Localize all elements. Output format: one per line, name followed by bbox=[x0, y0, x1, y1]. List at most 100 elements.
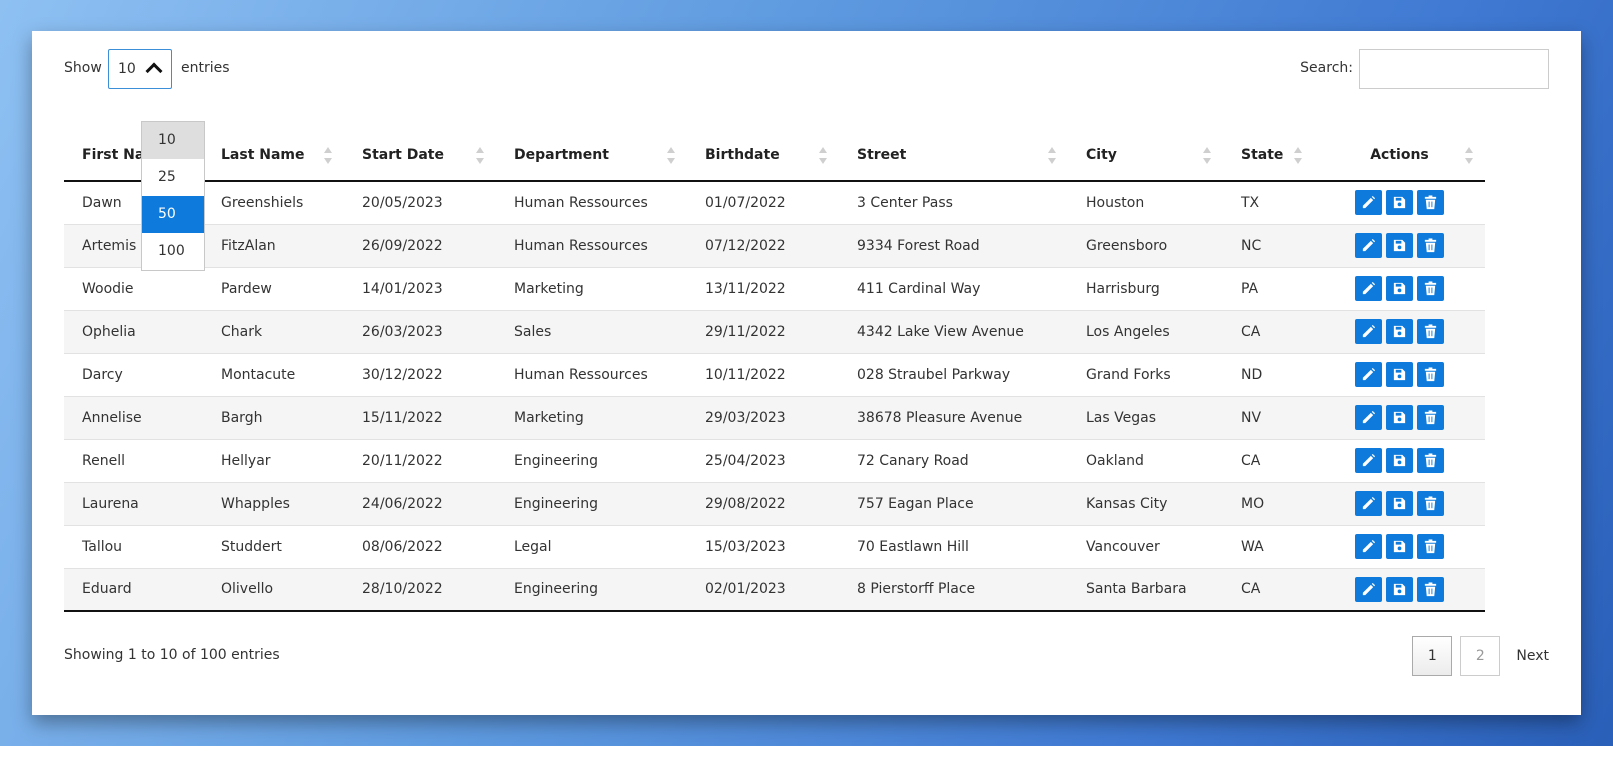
cell-first-name: Tallou bbox=[64, 524, 203, 568]
cell-first-name: Renell bbox=[64, 438, 203, 482]
cell-start-date: 08/06/2022 bbox=[344, 524, 496, 568]
save-button[interactable] bbox=[1386, 405, 1413, 430]
edit-button[interactable] bbox=[1355, 448, 1382, 473]
delete-button[interactable] bbox=[1417, 276, 1444, 301]
page-button-1[interactable]: 1 bbox=[1412, 636, 1453, 676]
edit-button[interactable] bbox=[1355, 276, 1382, 301]
save-button[interactable] bbox=[1386, 276, 1413, 301]
table-row: Artemis FitzAlan 26/09/2022 Human Ressource… bbox=[64, 223, 1485, 267]
dropdown-option-50[interactable]: 50 bbox=[142, 196, 204, 233]
cell-city: Santa Barbara bbox=[1068, 567, 1223, 612]
cell-city: Harrisburg bbox=[1068, 266, 1223, 310]
cell-department: Legal bbox=[496, 524, 687, 568]
delete-button[interactable] bbox=[1417, 190, 1444, 216]
cell-last-name: Bargh bbox=[203, 395, 344, 439]
edit-button[interactable] bbox=[1355, 362, 1382, 387]
cell-city: Oakland bbox=[1068, 438, 1223, 482]
column-header-start-date[interactable]: Start Date bbox=[344, 130, 496, 182]
column-header-department[interactable]: Department bbox=[496, 130, 687, 182]
cell-state: CA bbox=[1223, 438, 1314, 482]
cell-actions bbox=[1314, 223, 1485, 267]
next-page-link[interactable]: Next bbox=[1516, 636, 1549, 676]
entries-length-dropdown: 10 25 50 100 bbox=[141, 121, 205, 271]
edit-button[interactable] bbox=[1355, 233, 1382, 258]
edit-button[interactable] bbox=[1355, 576, 1382, 602]
dropdown-option-100[interactable]: 100 bbox=[142, 233, 204, 270]
edit-button[interactable] bbox=[1355, 534, 1382, 559]
edit-button[interactable] bbox=[1355, 319, 1382, 344]
cell-department: Sales bbox=[496, 309, 687, 353]
edit-button[interactable] bbox=[1355, 491, 1382, 516]
delete-button[interactable] bbox=[1417, 576, 1444, 602]
cell-actions bbox=[1314, 395, 1485, 439]
column-header-birthdate[interactable]: Birthdate bbox=[687, 130, 839, 182]
table-controls: Show 10 entries Search: bbox=[64, 49, 1549, 89]
save-button[interactable] bbox=[1386, 362, 1413, 387]
save-button[interactable] bbox=[1386, 319, 1413, 344]
cell-start-date: 14/01/2023 bbox=[344, 266, 496, 310]
cell-start-date: 26/09/2022 bbox=[344, 223, 496, 267]
cell-city: Greensboro bbox=[1068, 223, 1223, 267]
table-header-row: First Name Last Name Start Date Department B… bbox=[64, 130, 1485, 182]
delete-button[interactable] bbox=[1417, 491, 1444, 516]
cell-start-date: 20/05/2023 bbox=[362, 194, 443, 211]
column-header-label: City bbox=[1086, 147, 1117, 163]
table-row: Tallou Studdert 08/06/2022 Legal 15/03/2023 7… bbox=[64, 524, 1485, 568]
table-body: Dawn Greenshiels 20/05/2023 Human Ressource… bbox=[64, 181, 1485, 612]
cell-city: Vancouver bbox=[1068, 524, 1223, 568]
delete-button[interactable] bbox=[1417, 362, 1444, 387]
dropdown-option-25[interactable]: 25 bbox=[142, 159, 204, 196]
save-button[interactable] bbox=[1386, 448, 1413, 473]
column-header-last-name[interactable]: Last Name bbox=[203, 130, 344, 182]
column-header-city[interactable]: City bbox=[1068, 130, 1223, 182]
save-button[interactable] bbox=[1386, 190, 1413, 216]
cell-last-name: Montacute bbox=[203, 352, 344, 396]
save-button[interactable] bbox=[1386, 576, 1413, 602]
cell-first-name: Laurena bbox=[64, 481, 203, 525]
sort-arrows-icon bbox=[1203, 147, 1211, 167]
delete-button[interactable] bbox=[1417, 534, 1444, 559]
save-button[interactable] bbox=[1386, 233, 1413, 258]
sort-arrows-icon bbox=[1465, 147, 1473, 167]
edit-button[interactable] bbox=[1355, 405, 1382, 430]
column-header-state[interactable]: State bbox=[1223, 130, 1314, 182]
column-header-label: State bbox=[1241, 147, 1284, 163]
cell-actions bbox=[1314, 309, 1485, 353]
cell-department: Human Ressources bbox=[496, 352, 687, 396]
save-button[interactable] bbox=[1386, 491, 1413, 516]
show-label: Show bbox=[64, 60, 102, 76]
cell-actions bbox=[1314, 438, 1485, 482]
cell-department: Human Ressources bbox=[514, 194, 648, 211]
cell-first-name: Woodie bbox=[64, 266, 203, 310]
employee-table: First Name Last Name Start Date Department B… bbox=[64, 130, 1485, 612]
table-row: Laurena Whapples 24/06/2022 Engineering 29/0… bbox=[64, 481, 1485, 525]
delete-button[interactable] bbox=[1417, 448, 1444, 473]
sort-arrows-icon bbox=[667, 147, 675, 167]
page-button-2[interactable]: 2 bbox=[1460, 636, 1501, 676]
cell-city: Kansas City bbox=[1068, 481, 1223, 525]
chevron-up-icon bbox=[145, 62, 163, 80]
table-row: Darcy Montacute 30/12/2022 Human Ressources… bbox=[64, 352, 1485, 396]
dropdown-option-10[interactable]: 10 bbox=[142, 122, 204, 159]
cell-city: Los Angeles bbox=[1068, 309, 1223, 353]
edit-button[interactable] bbox=[1355, 190, 1382, 216]
column-header-label: Actions bbox=[1370, 147, 1429, 163]
entries-length-select[interactable]: 10 bbox=[108, 49, 172, 89]
save-button[interactable] bbox=[1386, 534, 1413, 559]
cell-birthdate: 29/11/2022 bbox=[687, 309, 839, 353]
delete-button[interactable] bbox=[1417, 319, 1444, 344]
delete-button[interactable] bbox=[1417, 405, 1444, 430]
column-header-street[interactable]: Street bbox=[839, 130, 1068, 182]
search-input[interactable] bbox=[1359, 49, 1549, 89]
delete-button[interactable] bbox=[1417, 233, 1444, 258]
cell-last-name: Greenshiels bbox=[221, 194, 304, 211]
column-header-label: Start Date bbox=[362, 147, 444, 163]
table-info: Showing 1 to 10 of 100 entries bbox=[64, 647, 280, 663]
cell-start-date: 28/10/2022 bbox=[344, 567, 496, 612]
cell-state: CA bbox=[1223, 309, 1314, 353]
cell-first-name: Ophelia bbox=[64, 309, 203, 353]
cell-state: NV bbox=[1223, 395, 1314, 439]
column-header-actions[interactable]: Actions bbox=[1314, 130, 1485, 182]
cell-street: 4342 Lake View Avenue bbox=[839, 309, 1068, 353]
table-row: Ophelia Chark 26/03/2023 Sales 29/11/2022 434… bbox=[64, 309, 1485, 353]
